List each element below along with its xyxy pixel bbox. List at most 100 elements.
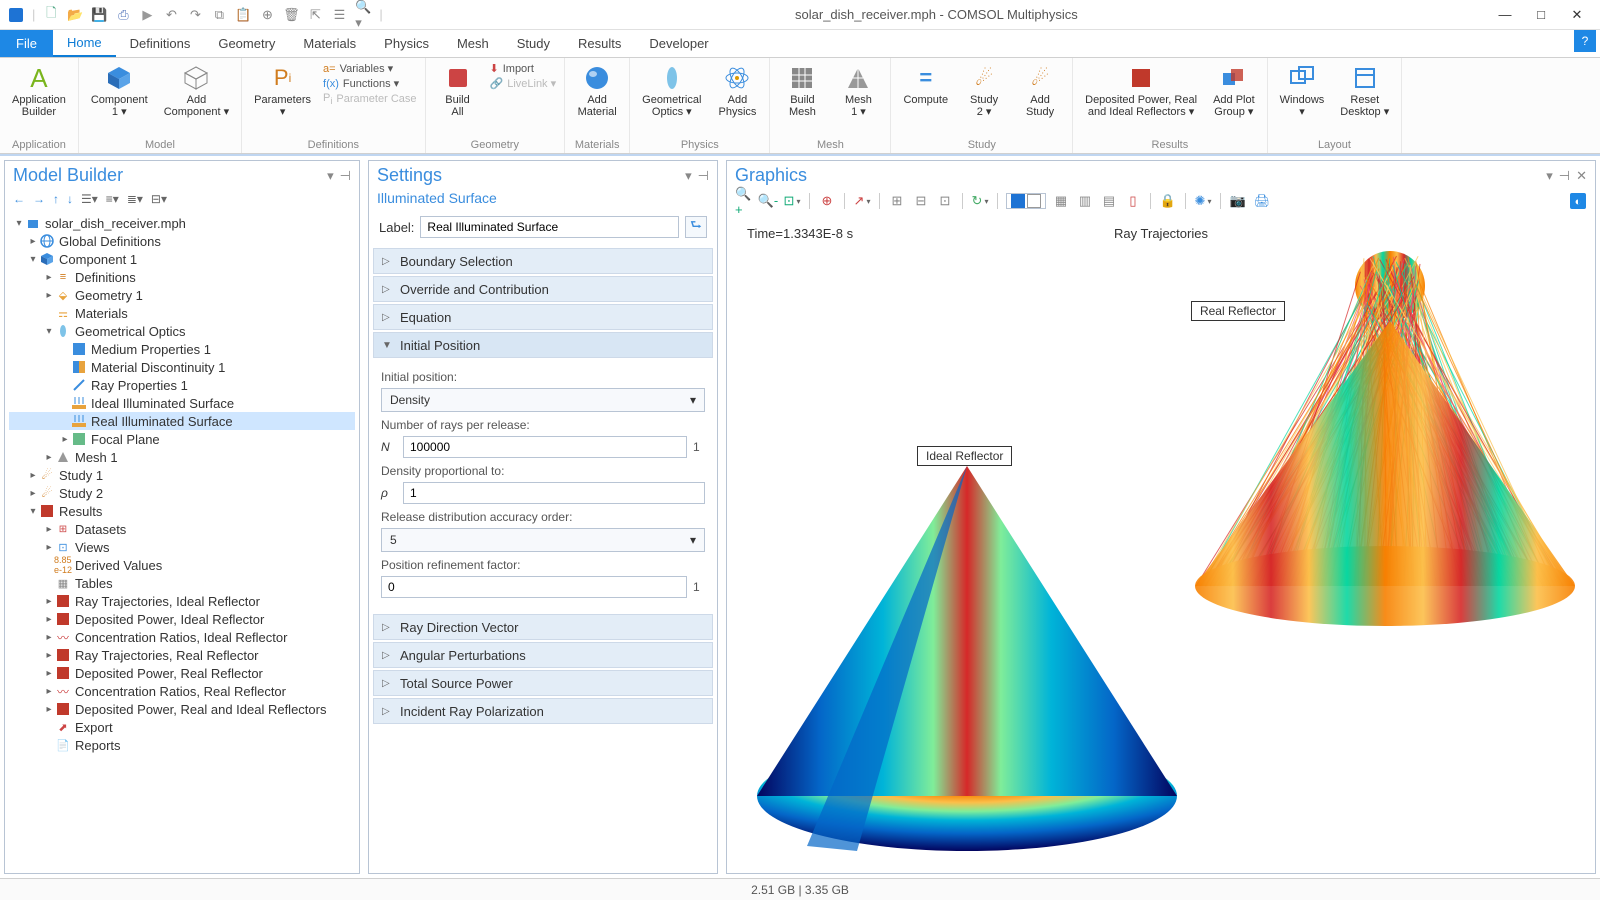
tree-node[interactable]: 8.85e-12Derived Values bbox=[9, 556, 355, 574]
center-icon[interactable]: ⊕ bbox=[818, 192, 836, 210]
section-override[interactable]: ▷Override and Contribution bbox=[373, 276, 713, 302]
grid4-icon[interactable]: ▯ bbox=[1124, 192, 1142, 210]
open-icon[interactable]: 📂 bbox=[67, 7, 83, 23]
add-component-button[interactable]: Add Component ▾ bbox=[160, 62, 233, 120]
build-all-button[interactable]: Build All bbox=[434, 62, 482, 120]
reset-desktop-button[interactable]: Reset Desktop ▾ bbox=[1336, 62, 1393, 120]
tree-node[interactable]: ▸Mesh 1 bbox=[9, 448, 355, 466]
selection-icon[interactable]: ☰ bbox=[331, 7, 347, 23]
tab-geometry[interactable]: Geometry bbox=[204, 30, 289, 57]
parameters-button[interactable]: Pi Parameters ▾ bbox=[250, 62, 315, 120]
tree-node[interactable]: ▸☄Study 2 bbox=[9, 484, 355, 502]
geometrical-optics-button[interactable]: Geometrical Optics ▾ bbox=[638, 62, 705, 120]
delete-icon[interactable]: 🗑 bbox=[283, 7, 299, 23]
add-material-button[interactable]: Add Material bbox=[573, 62, 621, 120]
file-tab[interactable]: File bbox=[0, 30, 53, 57]
panel-pin-icon[interactable]: ⊣ bbox=[340, 168, 351, 184]
rotate-icon[interactable]: ↻ bbox=[971, 192, 989, 210]
tree-node[interactable]: ▾solar_dish_receiver.mph bbox=[9, 214, 355, 232]
mesh1-button[interactable]: Mesh 1 ▾ bbox=[834, 62, 882, 120]
tree-node[interactable]: ▦Tables bbox=[9, 574, 355, 592]
tab-study[interactable]: Study bbox=[503, 30, 564, 57]
section-angular-perturb[interactable]: ▷Angular Perturbations bbox=[373, 642, 713, 668]
maximize-button[interactable]: □ bbox=[1532, 7, 1550, 23]
tree-node[interactable]: ▸⊞Datasets bbox=[9, 520, 355, 538]
close-button[interactable]: ✕ bbox=[1568, 7, 1586, 23]
tab-materials[interactable]: Materials bbox=[289, 30, 370, 57]
tab-definitions[interactable]: Definitions bbox=[116, 30, 205, 57]
tree-node[interactable]: ▸⬙Geometry 1 bbox=[9, 286, 355, 304]
section-initial-position[interactable]: ▼Initial Position bbox=[373, 332, 713, 358]
goto-node-button[interactable]: ⮑ bbox=[685, 216, 707, 238]
add-physics-button[interactable]: Add Physics bbox=[713, 62, 761, 120]
tree-node[interactable]: ▾Component 1 bbox=[9, 250, 355, 268]
save-as-icon[interactable]: ⎙ bbox=[115, 7, 131, 23]
tree-node[interactable]: Material Discontinuity 1 bbox=[9, 358, 355, 376]
search-icon[interactable]: 🔍▾ bbox=[355, 7, 371, 23]
application-builder-button[interactable]: A Application Builder bbox=[8, 62, 70, 120]
zoom-out-icon[interactable]: 🔍- bbox=[759, 192, 777, 210]
nav-fwd-icon[interactable]: → bbox=[33, 192, 45, 206]
nav-down-icon[interactable]: ↓ bbox=[67, 192, 73, 206]
tree-node[interactable]: ▸Global Definitions bbox=[9, 232, 355, 250]
panel-close-icon[interactable]: ✕ bbox=[1576, 168, 1587, 184]
new-icon[interactable]: 🗋 bbox=[43, 7, 59, 23]
redo-icon[interactable]: ↷ bbox=[187, 7, 203, 23]
save-icon[interactable]: 💾 bbox=[91, 7, 107, 23]
select-point-icon[interactable] bbox=[1011, 194, 1025, 208]
num-rays-input[interactable] bbox=[403, 436, 687, 458]
tab-results[interactable]: Results bbox=[564, 30, 635, 57]
section-total-source[interactable]: ▷Total Source Power bbox=[373, 670, 713, 696]
tab-developer[interactable]: Developer bbox=[635, 30, 722, 57]
study2-button[interactable]: ☄ Study 2 ▾ bbox=[960, 62, 1008, 120]
accuracy-dropdown[interactable]: 5▾ bbox=[381, 528, 705, 552]
selection-toggle[interactable] bbox=[1006, 193, 1046, 209]
section-equation[interactable]: ▷Equation bbox=[373, 304, 713, 330]
tree-node[interactable]: ▸〰Concentration Ratios, Real Reflector bbox=[9, 682, 355, 700]
shortcut-icon[interactable]: ⇱ bbox=[307, 7, 323, 23]
component-button[interactable]: Component 1 ▾ bbox=[87, 62, 152, 120]
view-xz-icon[interactable]: ⊡ bbox=[936, 192, 954, 210]
tree-node[interactable]: ▸☄Study 1 bbox=[9, 466, 355, 484]
tree-node[interactable]: ▸Focal Plane bbox=[9, 430, 355, 448]
undo-icon[interactable]: ↶ bbox=[163, 7, 179, 23]
nav-back-icon[interactable]: ← bbox=[13, 192, 25, 206]
tree-node[interactable]: ▸Ray Trajectories, Ideal Reflector bbox=[9, 592, 355, 610]
tree-node[interactable]: Ideal Illuminated Surface bbox=[9, 394, 355, 412]
tree-node[interactable]: ▸⊡Views bbox=[9, 538, 355, 556]
scene-light-icon[interactable]: ✺ bbox=[1194, 192, 1212, 210]
import-button[interactable]: ⬇Import bbox=[490, 62, 557, 75]
duplicate-icon[interactable]: ⊕ bbox=[259, 7, 275, 23]
tree-node[interactable]: Ray Properties 1 bbox=[9, 376, 355, 394]
info-badge-icon[interactable]: ◐ bbox=[1569, 192, 1587, 210]
tree-node[interactable]: ⚎Materials bbox=[9, 304, 355, 322]
build-mesh-button[interactable]: Build Mesh bbox=[778, 62, 826, 120]
tab-mesh[interactable]: Mesh bbox=[443, 30, 503, 57]
panel-pin-icon[interactable]: ⊣ bbox=[698, 168, 709, 184]
tree-node[interactable]: ▾Results bbox=[9, 502, 355, 520]
tree-node[interactable]: ▾Geometrical Optics bbox=[9, 322, 355, 340]
tree-node[interactable]: Real Illuminated Surface bbox=[9, 412, 355, 430]
windows-button[interactable]: Windows ▾ bbox=[1276, 62, 1329, 120]
expand-icon[interactable]: ≡▾ bbox=[106, 192, 119, 206]
tree-node[interactable]: ▸Deposited Power, Real and Ideal Reflect… bbox=[9, 700, 355, 718]
panel-dropdown-icon[interactable]: ▾ bbox=[327, 168, 334, 184]
lock-icon[interactable]: 🔒 bbox=[1159, 192, 1177, 210]
filter-icon[interactable]: ⊟▾ bbox=[151, 192, 167, 206]
tree-node[interactable]: 📄Reports bbox=[9, 736, 355, 754]
section-boundary-selection[interactable]: ▷Boundary Selection bbox=[373, 248, 713, 274]
label-input[interactable] bbox=[420, 216, 679, 238]
section-incident-pol[interactable]: ▷Incident Ray Polarization bbox=[373, 698, 713, 724]
collapse-icon[interactable]: ☰▾ bbox=[81, 192, 98, 206]
panel-dropdown-icon[interactable]: ▾ bbox=[685, 168, 692, 184]
paste-icon[interactable]: 📋 bbox=[235, 7, 251, 23]
deposited-power-button[interactable]: Deposited Power, Real and Ideal Reflecto… bbox=[1081, 62, 1201, 120]
tab-physics[interactable]: Physics bbox=[370, 30, 443, 57]
camera-icon[interactable]: 📷 bbox=[1229, 192, 1247, 210]
view-xy-icon[interactable]: ⊞ bbox=[888, 192, 906, 210]
copy-icon[interactable]: ⧉ bbox=[211, 7, 227, 23]
view-yz-icon[interactable]: ⊟ bbox=[912, 192, 930, 210]
grid3-icon[interactable]: ▤ bbox=[1100, 192, 1118, 210]
minimize-button[interactable]: — bbox=[1496, 7, 1514, 23]
tree-node[interactable]: ⬈Export bbox=[9, 718, 355, 736]
